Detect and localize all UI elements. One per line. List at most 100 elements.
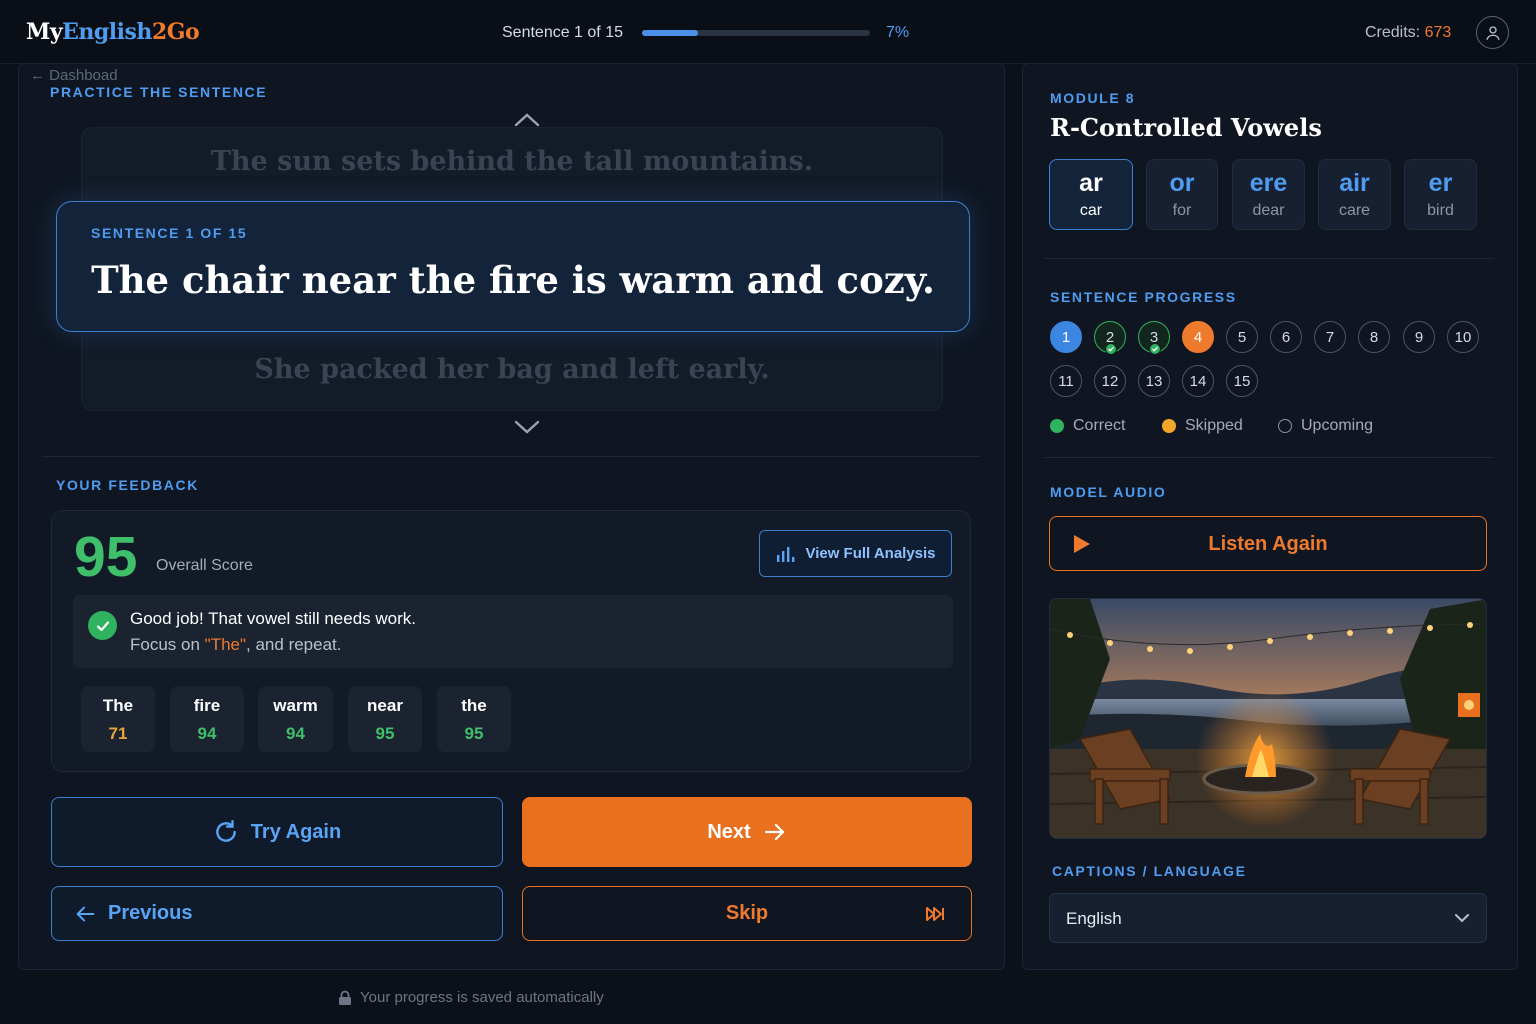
next-button[interactable]: Next — [522, 797, 972, 867]
previous-button[interactable]: Previous — [51, 886, 503, 941]
word-label: near — [367, 696, 403, 715]
logo-text-my: My — [26, 19, 63, 45]
word-label: The — [102, 696, 134, 715]
mini-check-icon — [1149, 343, 1161, 355]
word-label: the — [461, 696, 487, 715]
lock-icon — [339, 990, 351, 1005]
legend-skipped: Skipped — [1162, 417, 1243, 435]
captions-language-label: CAPTIONS / LANGUAGE — [1052, 863, 1247, 879]
word-score-chip[interactable]: fire 94 — [170, 686, 244, 752]
language-select[interactable]: English — [1049, 893, 1487, 943]
previous-label: Previous — [108, 902, 193, 924]
sentence-dot-upcoming[interactable]: 7 — [1314, 321, 1346, 353]
autosave-note-text: Your progress is saved automatically — [360, 989, 604, 1006]
previous-sentence-preview[interactable]: The sun sets behind the tall mountains. — [81, 146, 943, 177]
language-select-value: English — [1066, 909, 1122, 928]
model-audio-label: MODEL AUDIO — [1050, 484, 1167, 500]
chevron-down-icon[interactable] — [512, 418, 542, 436]
sound-pattern-er[interactable]: er bird — [1404, 159, 1477, 230]
sentence-dot-skipped[interactable]: 4 — [1182, 321, 1214, 353]
skip-button[interactable]: Skip — [522, 886, 972, 941]
progress-bar — [642, 30, 870, 36]
word-score-chip[interactable]: the 95 — [437, 686, 511, 752]
word-label: fire — [193, 696, 221, 715]
sentence-dot-upcoming[interactable]: 14 — [1182, 365, 1214, 397]
credits-label: Credits: — [1365, 24, 1421, 41]
top-bar: MyEnglish2Go Sentence 1 of 15 7% Credits… — [0, 0, 1536, 64]
sentence-dot-upcoming[interactable]: 10 — [1447, 321, 1479, 353]
sound-pattern: air — [1339, 169, 1370, 197]
refresh-icon — [216, 819, 236, 842]
sentence-dot-upcoming[interactable]: 9 — [1403, 321, 1435, 353]
next-label: Next — [707, 820, 751, 843]
sound-pattern: ar — [1079, 169, 1103, 197]
next-sentence-preview[interactable]: She packed her bag and left early. — [81, 354, 943, 385]
feedback-prefix: Focus on — [130, 635, 205, 654]
sound-pattern-or[interactable]: or for — [1146, 159, 1218, 230]
word-score: 94 — [286, 724, 305, 743]
try-again-button[interactable]: Try Again — [51, 797, 503, 867]
sentence-dot-upcoming[interactable]: 5 — [1226, 321, 1258, 353]
sentence-dot-current[interactable]: 1 — [1050, 321, 1082, 353]
progress-percent: 7% — [886, 24, 910, 41]
listen-again-button[interactable]: Listen Again — [1049, 516, 1487, 571]
word-score-chip[interactable]: The 71 — [81, 686, 155, 752]
credits-value: 673 — [1424, 24, 1452, 41]
credits-display: Credits: 673 — [1365, 24, 1451, 42]
current-sentence-card: SENTENCE 1 OF 15 The chair near the fire… — [56, 201, 970, 332]
word-score: 95 — [464, 724, 484, 743]
sound-example: car — [1079, 202, 1103, 219]
feedback-message — [73, 595, 953, 668]
sound-pattern: er — [1428, 169, 1453, 197]
legend-upcoming: Upcoming — [1278, 417, 1373, 435]
word-label: warm — [273, 696, 318, 715]
feedback-section-label: YOUR FEEDBACK — [56, 477, 199, 493]
practice-section-label: PRACTICE THE SENTENCE — [50, 84, 268, 100]
try-again-label: Try Again — [250, 820, 342, 843]
word-score-chip[interactable]: near 95 — [348, 686, 422, 752]
sound-pattern: ere — [1249, 169, 1288, 197]
feedback-highlight-word: "The" — [204, 635, 247, 654]
legend-correct-label: Correct — [1073, 417, 1126, 434]
overall-score-label: Overall Score — [156, 557, 253, 574]
sentence-dot-upcoming[interactable]: 8 — [1358, 321, 1390, 353]
sentence-dot-upcoming[interactable]: 11 — [1050, 365, 1082, 397]
user-icon — [1485, 25, 1500, 40]
sentence-dot-upcoming[interactable]: 15 — [1226, 365, 1258, 397]
skip-label: Skip — [725, 902, 769, 924]
app-logo[interactable]: MyEnglish2Go — [26, 19, 200, 45]
sentence-dot-upcoming[interactable]: 12 — [1094, 365, 1126, 397]
progress-label: Sentence 1 of 15 — [502, 24, 623, 41]
user-avatar-button[interactable] — [1476, 16, 1509, 49]
legend-skipped-dot — [1162, 419, 1176, 433]
view-full-analysis-label: View Full Analysis — [805, 545, 936, 562]
legend-skipped-label: Skipped — [1185, 417, 1243, 434]
bar-chart-icon — [777, 546, 795, 562]
sentence-progress-label: SENTENCE PROGRESS — [1050, 289, 1237, 305]
view-full-analysis-button[interactable]: View Full Analysis — [759, 530, 952, 577]
sentence-dot-upcoming[interactable]: 13 — [1138, 365, 1170, 397]
progress-bar-fill — [642, 30, 698, 36]
arrow-right-icon — [764, 823, 784, 841]
sound-pattern-ar[interactable]: ar car — [1049, 159, 1133, 230]
back-label: Dashboad — [49, 67, 118, 84]
sentence-dot-upcoming[interactable]: 6 — [1270, 321, 1302, 353]
sound-pattern: or — [1169, 169, 1195, 197]
back-to-dashboard-link[interactable]: ← Dashboad — [30, 67, 118, 84]
legend-upcoming-label: Upcoming — [1301, 417, 1374, 434]
sound-example: for — [1172, 202, 1192, 219]
sound-pattern-ere[interactable]: ere dear — [1232, 159, 1305, 230]
current-sentence-text: The chair near the fire is warm and cozy… — [91, 258, 935, 302]
campfire-illustration — [1050, 599, 1486, 838]
sound-example: dear — [1252, 202, 1285, 219]
legend-upcoming-dot — [1278, 419, 1292, 433]
feedback-message-line2: Focus on "The", and repeat. — [130, 635, 342, 655]
logo-text-2go: 2Go — [151, 19, 200, 45]
legend-correct-dot — [1050, 419, 1064, 433]
listen-again-label: Listen Again — [1208, 533, 1328, 555]
word-score-chip[interactable]: warm 94 — [258, 686, 333, 752]
check-circle-icon — [88, 611, 117, 640]
sound-pattern-air[interactable]: air care — [1318, 159, 1391, 230]
overall-score-value: 95 — [74, 525, 138, 589]
module-title: R-Controlled Vowels — [1050, 113, 1322, 142]
